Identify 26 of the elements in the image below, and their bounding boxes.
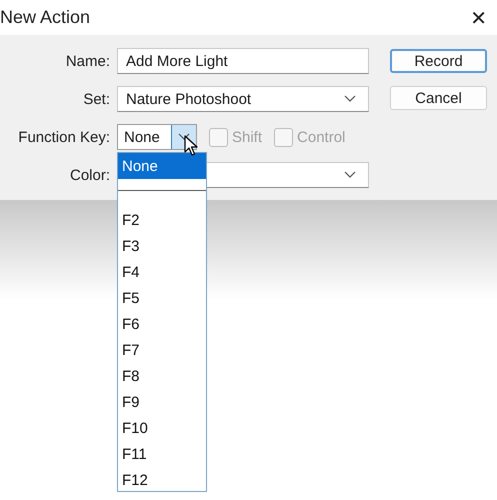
list-option[interactable]: F3 (118, 233, 206, 259)
set-dropdown[interactable]: Nature Photoshoot (117, 86, 369, 112)
field-label: Function Key: (17, 128, 110, 146)
field-label: Set: (82, 90, 110, 108)
chevron-icon (344, 95, 356, 103)
list-option[interactable]: F4 (118, 259, 206, 285)
list-option[interactable]: None (118, 153, 206, 179)
record-button[interactable]: Record (390, 49, 487, 73)
field-label: Name: (64, 52, 110, 70)
function-key-dropdown[interactable]: None (117, 124, 197, 150)
list-option[interactable]: F10 (118, 415, 206, 441)
list-option[interactable]: F5 (118, 285, 206, 311)
chevron-icon (344, 171, 356, 179)
list-option[interactable]: F2 (118, 207, 206, 233)
list-option[interactable]: F7 (118, 337, 206, 363)
field-label: Color: (68, 166, 110, 184)
close-button[interactable]: ✕ (460, 6, 497, 30)
list-option[interactable]: F9 (118, 389, 206, 415)
window-title: New Action (0, 7, 90, 28)
list-option[interactable]: F8 (118, 363, 206, 389)
list-option[interactable]: F11 (118, 441, 206, 467)
list-option[interactable]: F12 (118, 467, 206, 493)
chevron-icon (178, 133, 190, 141)
list-option[interactable]: F6 (118, 311, 206, 337)
cancel-button[interactable]: Cancel (390, 86, 487, 110)
name-field[interactable]: Add More Light (117, 48, 369, 74)
